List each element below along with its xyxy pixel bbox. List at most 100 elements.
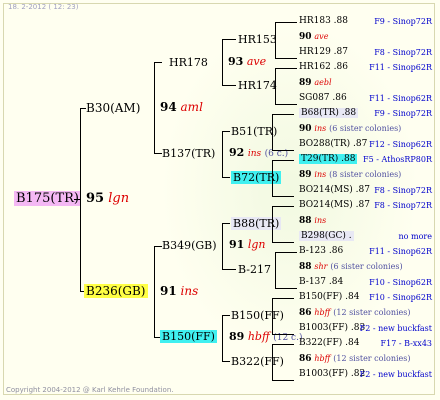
g4-grade-row: 86 hbff (12 sister colonies) — [299, 309, 411, 318]
g4-top-label[interactable]: B322(FF) .84 — [299, 338, 359, 348]
ggp-node-2[interactable]: HR174 — [238, 80, 277, 91]
connector — [272, 344, 273, 380]
gp4-label: B150(FF) — [160, 330, 217, 343]
p2-num: 91 — [160, 284, 177, 298]
connector — [275, 288, 297, 289]
g4-code: ins — [314, 170, 327, 179]
parent-node-2[interactable]: B236(GB) — [84, 284, 148, 298]
g4-top-row: B-123 .86 — [299, 247, 343, 256]
ggp-node-1[interactable]: HR153 — [238, 34, 277, 45]
g4-top-label[interactable]: T29(TR) .88 — [299, 154, 358, 164]
p1-code: aml — [180, 100, 203, 114]
g4-num: 89 — [299, 170, 312, 180]
gp-node-1[interactable]: HR178 — [169, 57, 208, 68]
g4-code: aebl — [314, 78, 332, 87]
g4-grade-row: 88 shr (6 sister colonies) — [299, 263, 403, 272]
g4-bottom-location: no more — [398, 232, 432, 241]
g4-top-label[interactable]: B68(TR) .88 — [299, 108, 359, 118]
p2-code: ins — [180, 284, 199, 298]
g4-top-label[interactable]: HR183 .88 — [299, 16, 348, 26]
connector — [222, 131, 223, 178]
g4-bottom-row: B298(GC) . — [299, 231, 354, 241]
ggp-node-8[interactable]: B322(FF) — [231, 356, 284, 367]
gp-node-4[interactable]: B150(FF) — [160, 330, 217, 343]
g4-bottom-label[interactable]: BO214(MS) .87 — [299, 185, 370, 195]
g4-bottom-location: F10 - Sinop62R — [369, 278, 432, 287]
connector — [222, 131, 230, 132]
g4-bottom-location: F8 - Sinop72R — [374, 48, 432, 57]
g4-code: hbff — [314, 354, 331, 363]
connector — [272, 196, 294, 197]
g4-top-location: F10 - Sinop62R — [369, 293, 432, 302]
connector — [154, 62, 162, 63]
g4-num: 90 — [299, 124, 312, 134]
connector — [272, 160, 294, 161]
connector — [272, 150, 294, 151]
ggp-node-7[interactable]: B150(FF) — [231, 310, 284, 321]
g4-grade-row: 90 ins (6 sister colonies) — [299, 125, 401, 134]
connector — [222, 315, 230, 316]
connector — [222, 361, 230, 362]
connector — [74, 199, 80, 200]
g4-bottom-location: F8 - Sinop72R — [374, 186, 432, 195]
g4-top-location: F5 - AthosRP80R — [363, 155, 432, 164]
g4-num: 89 — [299, 78, 312, 88]
g4-code: ins — [314, 124, 327, 133]
g4-code: ave — [314, 32, 329, 41]
g4-bottom-label[interactable]: B1003(FF) .82 — [299, 369, 365, 379]
g4-bottom-location: F12 - Sinop62R — [369, 140, 432, 149]
timestamp: 18. 2-2012 ( 12: 23) — [8, 3, 79, 11]
ggp-node-4[interactable]: B72(TR) — [231, 171, 282, 184]
g4-top-location: F11 - Sinop62R — [369, 247, 432, 256]
g4-bottom-label[interactable]: BO288(TR) .87 — [299, 139, 367, 149]
connector — [275, 22, 297, 23]
connector — [222, 177, 230, 178]
connector — [272, 114, 273, 150]
connector — [272, 160, 273, 196]
ggp-node-5[interactable]: B88(TR) — [231, 217, 282, 230]
connector — [222, 85, 236, 86]
g4-bottom-label[interactable]: HR129 .87 — [299, 47, 348, 57]
g4-sisters: (8 sister colonies) — [329, 170, 402, 179]
g4-code: shr — [314, 262, 328, 271]
g4-bottom-label[interactable]: B-137 .84 — [299, 277, 343, 287]
g4-num: 88 — [299, 216, 312, 226]
gp1-grade: 93 ave — [228, 56, 266, 67]
p2-label: B236(GB) — [84, 284, 148, 298]
g4-bottom-label[interactable]: B1003(FF) .83 — [299, 323, 365, 333]
g4-bottom-row: BO214(MS) .87 — [299, 186, 370, 195]
p1-grade: 94 aml — [160, 101, 203, 113]
p1-label: B30(AM) — [86, 101, 141, 115]
g4-top-label[interactable]: BO214(MS) .87 — [299, 200, 370, 210]
g4-top-location: F9 - Sinop72R — [374, 109, 432, 118]
connector — [272, 380, 294, 381]
root-label: B175(TR) — [14, 191, 81, 206]
ggp-node-6[interactable]: B-217 — [238, 264, 271, 275]
g4-top-label[interactable]: B-123 .86 — [299, 246, 343, 256]
connector — [272, 344, 294, 345]
g4-top-row: B322(FF) .84 — [299, 339, 359, 348]
root-node[interactable]: B175(TR) — [14, 191, 81, 206]
connector — [275, 22, 276, 58]
g4-top-label[interactable]: HR162 .86 — [299, 62, 348, 72]
g4-top-location: F9 - Sinop72R — [374, 17, 432, 26]
g4-bottom-row: HR129 .87 — [299, 48, 348, 57]
g4-top-row: T29(TR) .88 — [299, 154, 358, 164]
g4-bottom-row: B1003(FF) .82 — [299, 370, 365, 379]
g4-sisters: (6 sister colonies) — [329, 124, 402, 133]
g4-code: hbff — [314, 308, 331, 317]
g4-bottom-location: F11 - Sinop62R — [369, 94, 432, 103]
parent-node-1[interactable]: B30(AM) — [86, 102, 140, 114]
g4-bottom-row: SG087 .86 — [299, 94, 347, 103]
connector — [154, 153, 162, 154]
g4-bottom-row: B-137 .84 — [299, 278, 343, 287]
ggp-node-3[interactable]: B51(TR) — [231, 126, 277, 137]
gp-node-3[interactable]: B349(GB) — [162, 240, 217, 251]
connector — [275, 252, 276, 288]
ggp4-label: B72(TR) — [231, 171, 282, 184]
g4-top-label[interactable]: B150(FF) .84 — [299, 292, 359, 302]
g4-bottom-label[interactable]: B298(GC) . — [299, 231, 354, 241]
gp-node-2[interactable]: B137(TR) — [162, 148, 215, 159]
gp3-grade: 91 lgn — [229, 239, 265, 250]
g4-bottom-label[interactable]: SG087 .86 — [299, 93, 347, 103]
